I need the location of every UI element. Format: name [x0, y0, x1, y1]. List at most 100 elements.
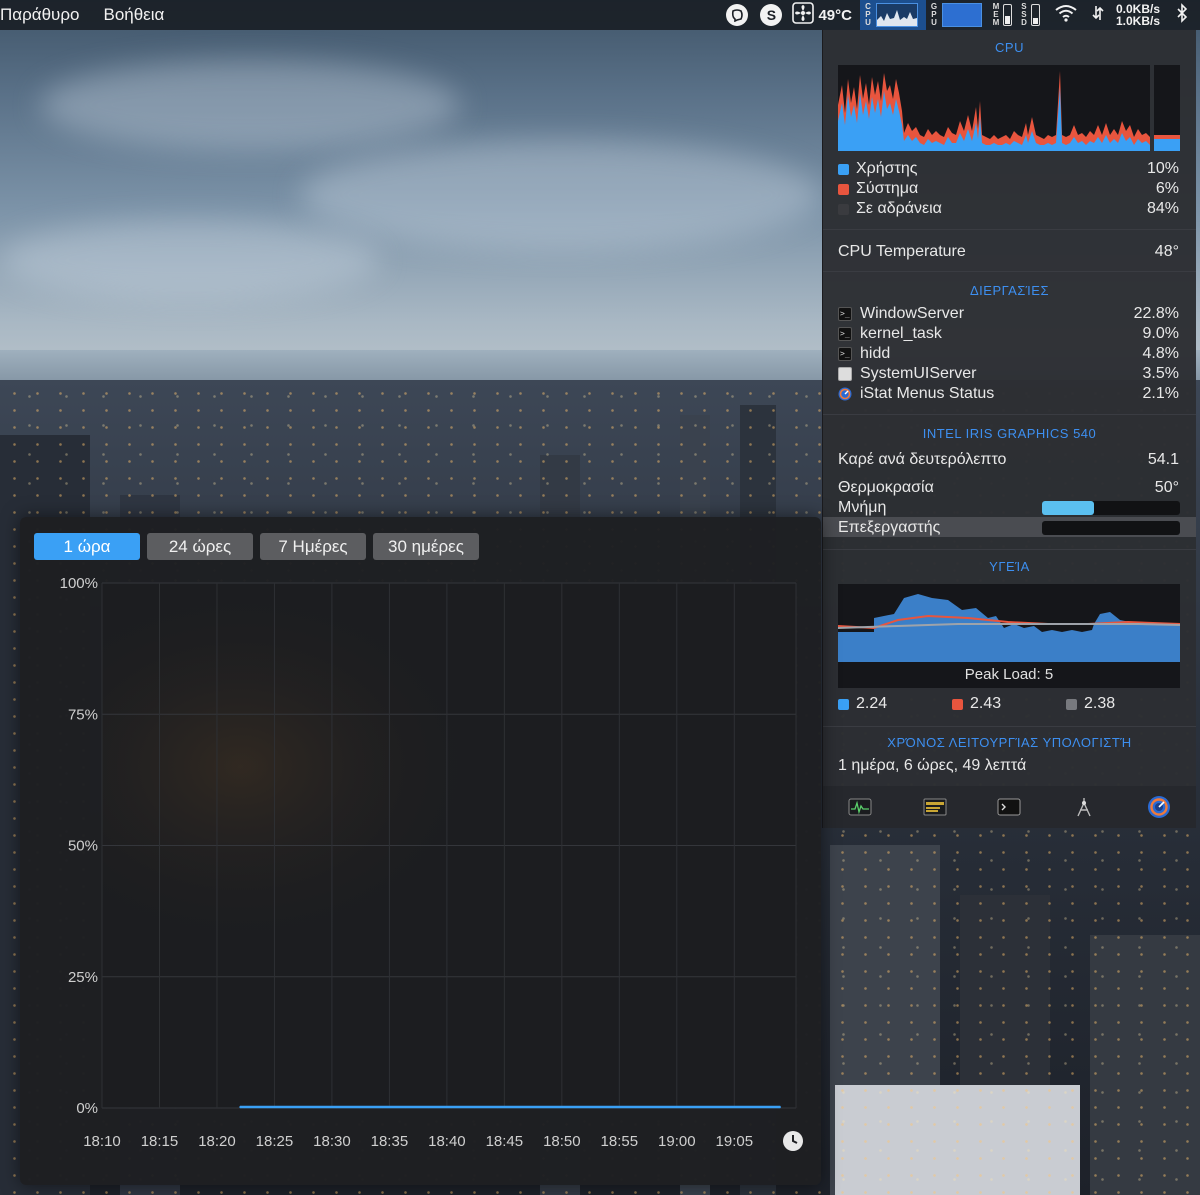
terminal-icon: >_ — [838, 327, 852, 341]
document-icon — [838, 367, 852, 381]
fan-icon[interactable] — [792, 1, 815, 29]
istat-menus-icon[interactable] — [1147, 796, 1171, 818]
gpu-fps-label: Καρέ ανά δευτερόλεπτο — [838, 451, 1007, 468]
menu-bar-status-area: S 49°C C P U G P U M E M S S D 0.0KB/s 1… — [720, 0, 1200, 30]
x-axis-tick-label: 19:05 — [716, 1133, 754, 1150]
cpu-user-value: 10% — [1146, 160, 1179, 177]
cpu-history-data-point — [273, 1106, 276, 1108]
idle-color-swatch — [838, 203, 849, 215]
load-average-1: 2.24 — [838, 694, 952, 714]
istat-menus-icon — [838, 387, 852, 401]
system-preferences-icon[interactable] — [1072, 797, 1096, 817]
process-value: 4.8% — [1142, 345, 1179, 362]
system-color-swatch — [838, 183, 849, 195]
process-row[interactable]: >_ WindowServer 22.8% — [838, 304, 1179, 324]
process-name: kernel_task — [860, 325, 942, 342]
cpu-history-data-point — [779, 1106, 782, 1108]
cpu-temperature-value: 48° — [1154, 243, 1179, 260]
cpu-history-data-point — [503, 1106, 506, 1108]
health-section-title: ΥΓΕΊΑ — [989, 559, 1030, 574]
istat-cpu-dropdown: CPU Χρήστης 10% Σύστημα 6% Σε αδράνεια 8… — [822, 30, 1196, 828]
cpu-history-data-point — [618, 1106, 621, 1108]
gpu-fps-value: 54.1 — [1147, 451, 1179, 468]
process-name: WindowServer — [860, 305, 965, 322]
viber-icon[interactable] — [726, 4, 749, 26]
clock-icon[interactable] — [782, 1130, 804, 1152]
cpu-section-title: CPU — [995, 40, 1024, 55]
console-icon[interactable] — [923, 797, 947, 817]
divider — [823, 726, 1196, 727]
wifi-icon[interactable] — [1054, 4, 1078, 27]
menubar-temperature[interactable]: 49°C — [818, 7, 852, 24]
bluetooth-icon[interactable] — [1176, 2, 1188, 28]
menu-window[interactable]: Παράθυρο — [0, 5, 91, 25]
wallpaper-cloud — [0, 220, 380, 300]
menubar-memory-item[interactable]: M E M — [992, 3, 1012, 27]
cpu-idle-label: Σε αδράνεια — [856, 200, 942, 217]
load-average-5: 2.43 — [952, 694, 1066, 714]
y-axis-tick-label: 100% — [60, 575, 98, 592]
cpu-history-data-point — [676, 1106, 678, 1108]
gpu-processor-label: Επεξεργαστής — [838, 519, 941, 536]
y-axis-tick-label: 50% — [68, 838, 98, 855]
menubar-ssd-item[interactable]: S S D — [1020, 3, 1040, 27]
load-average-15: 2.38 — [1066, 694, 1180, 714]
gpu-temperature-value: 50° — [1154, 479, 1179, 496]
terminal-icon: >_ — [838, 347, 852, 361]
cpu-temperature-label: CPU Temperature — [838, 243, 966, 260]
wallpaper-cloud — [300, 140, 820, 250]
activity-monitor-icon[interactable] — [848, 797, 872, 817]
divider — [823, 271, 1196, 272]
cpu-idle-row: Σε αδράνεια 84% — [838, 199, 1179, 219]
cpu-system-label: Σύστημα — [856, 180, 919, 197]
gpu-memory-bar-fill — [1042, 501, 1095, 515]
cpu-history-data-point — [733, 1106, 736, 1108]
network-speed[interactable]: 0.0KB/s 1.0KB/s — [1116, 3, 1160, 27]
process-row[interactable]: >_ hidd 4.8% — [838, 344, 1179, 364]
user-color-swatch — [838, 163, 849, 175]
x-axis-tick-label: 18:45 — [486, 1133, 524, 1150]
peak-load-label: Peak Load: 5 — [964, 666, 1054, 683]
terminal-icon[interactable] — [997, 797, 1021, 817]
memory-gauge — [1002, 4, 1012, 26]
gpu-memory-label: Μνήμη — [838, 499, 887, 516]
uptime-section-title: ΧΡΌΝΟΣ ΛΕΙΤΟΥΡΓΊΑΣ ΥΠΟΛΟΓΙΣΤΉ — [887, 735, 1132, 750]
menubar-cpu-graph — [875, 3, 918, 27]
skype-icon[interactable]: S — [760, 4, 783, 26]
divider — [823, 414, 1196, 415]
process-row[interactable]: iStat Menus Status 2.1% — [838, 384, 1179, 404]
process-value: 3.5% — [1142, 365, 1179, 382]
terminal-icon: >_ — [838, 307, 852, 321]
gpu-processor-bar — [1042, 521, 1180, 535]
menubar-gpu-item[interactable]: G P U — [930, 3, 986, 27]
menubar-cpu-item[interactable]: C P U — [859, 0, 926, 30]
cpu-system-value: 6% — [1155, 180, 1179, 197]
cpu-user-row: Χρήστης 10% — [838, 159, 1179, 179]
wallpaper-cloud — [40, 60, 460, 150]
gpu-temperature-label: Θερμοκρασία — [838, 479, 934, 496]
gpu-memory-bar — [1042, 501, 1180, 515]
load-averages: 2.24 2.43 2.38 — [838, 694, 1180, 714]
cpu-system-row: Σύστημα 6% — [838, 179, 1179, 199]
menu-help[interactable]: Βοήθεια — [91, 5, 176, 25]
process-name: SystemUIServer — [860, 365, 977, 382]
network-arrows-icon[interactable] — [1092, 4, 1104, 27]
menubar-gpu-label: G P U — [930, 2, 938, 27]
process-row[interactable]: >_ kernel_task 9.0% — [838, 324, 1179, 344]
divider — [823, 229, 1196, 230]
y-axis-tick-label: 25% — [68, 969, 98, 986]
process-row[interactable]: SystemUIServer 3.5% — [838, 364, 1179, 384]
divider — [823, 549, 1196, 550]
cpu-history-chart: 100% 75% 50% 25% 0% 18:10 18:15 18:20 18:25 18:3… — [60, 575, 797, 1150]
cpu-history-data-point — [331, 1106, 333, 1108]
load-average-graph: Peak Load: 5 — [838, 584, 1180, 688]
x-axis-tick-label: 18:15 — [141, 1133, 179, 1150]
ssd-gauge — [1030, 4, 1040, 26]
processes-section-title: ΔΙΕΡΓΑΣΊΕΣ — [969, 283, 1049, 298]
gpu-fps-row: Καρέ ανά δευτερόλεπτο 54.1 — [838, 450, 1179, 470]
x-axis-tick-label: 19:00 — [658, 1133, 696, 1150]
x-axis-tick-label: 18:55 — [601, 1133, 639, 1150]
menu-bar: Παράθυρο Βοήθεια S 49°C C P U G P U M E … — [0, 0, 1200, 30]
x-axis-tick-label: 18:35 — [371, 1133, 409, 1150]
dropdown-footer — [823, 786, 1196, 828]
